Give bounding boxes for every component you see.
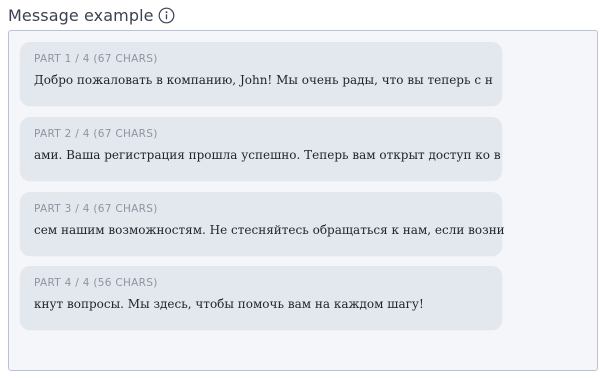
part-label: PART 2 / 4 (67 CHARS) — [34, 128, 158, 140]
part-label: PART 3 / 4 (67 CHARS) — [34, 203, 158, 215]
message-part-4: PART 4 / 4 (56 CHARS) кнут вопросы. Мы з… — [20, 266, 502, 329]
part-label: PART 4 / 4 (56 CHARS) — [34, 277, 158, 289]
part-text: кнут вопросы. Мы здесь, чтобы помочь вам… — [34, 297, 424, 311]
message-example-header: Message example — [8, 4, 175, 26]
part-label: PART 1 / 4 (67 CHARS) — [34, 53, 158, 65]
message-part-3: PART 3 / 4 (67 CHARS) сем нашим возможно… — [20, 192, 505, 255]
part-text: сем нашим возможностям. Не стесняйтесь о… — [34, 223, 505, 237]
message-preview-panel: PART 1 / 4 (67 CHARS) Добро пожаловать в… — [8, 30, 598, 371]
part-text: ами. Ваша регистрация прошла успешно. Те… — [34, 148, 501, 162]
section-title: Message example — [8, 5, 154, 25]
info-icon[interactable] — [158, 7, 175, 24]
part-text: Добро пожаловать в компанию, John! Мы оч… — [34, 73, 493, 87]
message-part-2: PART 2 / 4 (67 CHARS) ами. Ваша регистра… — [20, 117, 502, 180]
message-part-1: PART 1 / 4 (67 CHARS) Добро пожаловать в… — [20, 42, 502, 105]
